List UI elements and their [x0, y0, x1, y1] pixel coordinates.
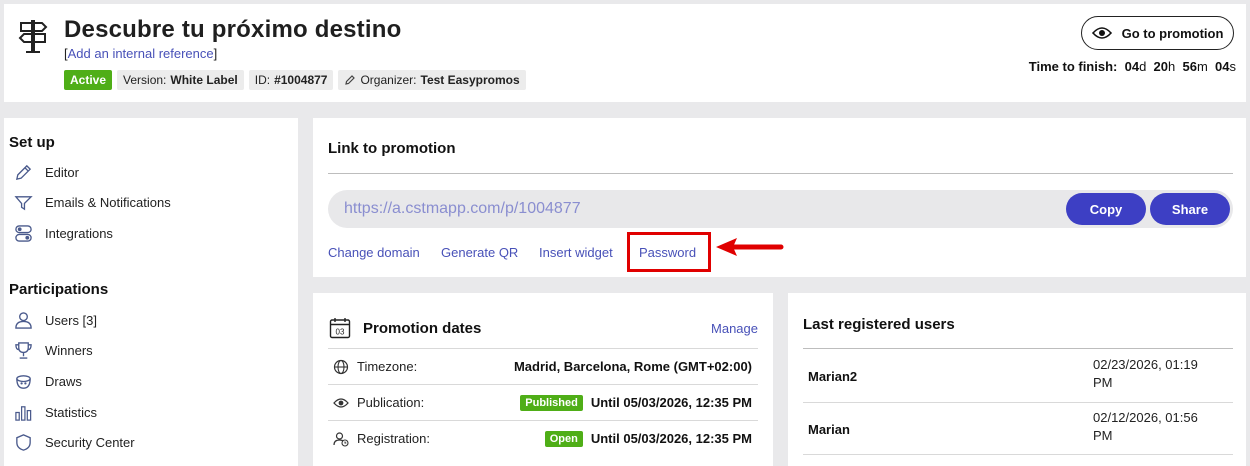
version-tag: Version: White Label: [117, 70, 244, 90]
password-highlight-box: [627, 232, 711, 272]
send-icon: [14, 195, 33, 210]
registration-row: Registration: Open Until 05/03/2026, 12:3…: [328, 420, 758, 456]
divider: [328, 173, 1233, 174]
table-row[interactable]: Marian 02/12/2026, 01:56 PM: [803, 403, 1233, 455]
arrow-left-icon: [716, 238, 784, 256]
status-badge: Active: [64, 70, 113, 90]
link-to-promotion-panel: Link to promotion https://a.cstmapp.com/…: [313, 118, 1246, 277]
change-domain-link[interactable]: Change domain: [328, 245, 420, 260]
bar-chart-icon: [15, 405, 32, 421]
publication-row: Publication: Published Until 05/03/2026, …: [328, 384, 758, 420]
insert-widget-link[interactable]: Insert widget: [539, 245, 613, 260]
sidebar-item-emails-notifications[interactable]: Emails & Notifications: [14, 191, 171, 213]
globe-icon: [333, 359, 349, 374]
link-panel-title: Link to promotion: [328, 140, 456, 157]
add-internal-reference-link[interactable]: Add an internal reference: [68, 46, 214, 61]
share-button[interactable]: Share: [1150, 193, 1230, 225]
sidebar-item-winners[interactable]: Winners: [14, 339, 93, 361]
manage-dates-link[interactable]: Manage: [711, 321, 758, 336]
pencil-icon: [15, 164, 32, 180]
users-panel-title: Last registered users: [803, 316, 955, 333]
user-name: Marian2: [808, 369, 858, 384]
sidebar-item-integrations[interactable]: Integrations: [14, 222, 113, 244]
internal-reference: [Add an internal reference]: [64, 46, 218, 61]
participations-section-title: Participations: [9, 281, 109, 298]
last-registered-users-panel: Last registered users Marian2 02/23/2026…: [788, 293, 1246, 466]
eye-icon: [333, 397, 349, 408]
sidebar-item-statistics[interactable]: Statistics: [14, 401, 97, 423]
user-icon: [15, 311, 32, 329]
signpost-icon: [18, 20, 48, 53]
id-tag: ID: #1004877: [248, 70, 334, 90]
published-badge: Published: [520, 394, 583, 411]
eye-icon: [1091, 27, 1112, 39]
sidebar-item-editor[interactable]: Editor: [14, 161, 79, 183]
calendar-icon: 03: [329, 318, 351, 339]
organizer-tag: Organizer: Test Easypromos: [338, 70, 526, 90]
promotion-dates-title: Promotion dates: [363, 320, 482, 337]
svg-text:03: 03: [336, 328, 345, 337]
generate-qr-link[interactable]: Generate QR: [441, 245, 518, 260]
trophy-icon: [15, 341, 32, 359]
go-to-promotion-button[interactable]: Go to promotion: [1081, 16, 1234, 50]
promotion-dates-panel: 03 Promotion dates Manage Timezone: Madr…: [313, 293, 773, 466]
timezone-row: Timezone: Madrid, Barcelona, Rome (GMT+0…: [328, 348, 758, 384]
setup-section-title: Set up: [9, 134, 55, 151]
shield-icon: [16, 433, 31, 451]
promotion-url-field[interactable]: https://a.cstmapp.com/p/1004877 Copy Sha…: [328, 190, 1233, 228]
draw-bowl-icon: [16, 374, 31, 389]
promotion-header: Descubre tu próximo destino [Add an inte…: [4, 4, 1246, 102]
page-title: Descubre tu próximo destino: [64, 16, 402, 43]
user-date: 02/12/2026, 01:56 PM: [1093, 410, 1198, 443]
open-badge: Open: [544, 430, 583, 447]
user-date: 02/23/2026, 01:19 PM: [1093, 357, 1198, 390]
sidebar: Set up Editor Emails & Notifications Int…: [4, 118, 298, 466]
time-to-finish: Time to finish: 04d 20h 56m 04s: [1028, 59, 1236, 74]
pencil-icon: [345, 75, 356, 85]
copy-button[interactable]: Copy: [1066, 193, 1146, 225]
promotion-url[interactable]: https://a.cstmapp.com/p/1004877: [344, 200, 581, 218]
promotion-tags: Active Version: White Label ID: #1004877 O…: [64, 70, 526, 90]
sidebar-item-security-center[interactable]: Security Center: [14, 431, 135, 453]
user-name: Marian: [808, 422, 850, 437]
toggles-icon: [15, 224, 32, 242]
sidebar-item-users[interactable]: Users [3]: [14, 309, 97, 331]
user-clock-icon: [333, 431, 349, 447]
table-row[interactable]: Marian2 02/23/2026, 01:19 PM: [803, 349, 1233, 403]
sidebar-item-draws[interactable]: Draws: [14, 370, 82, 392]
